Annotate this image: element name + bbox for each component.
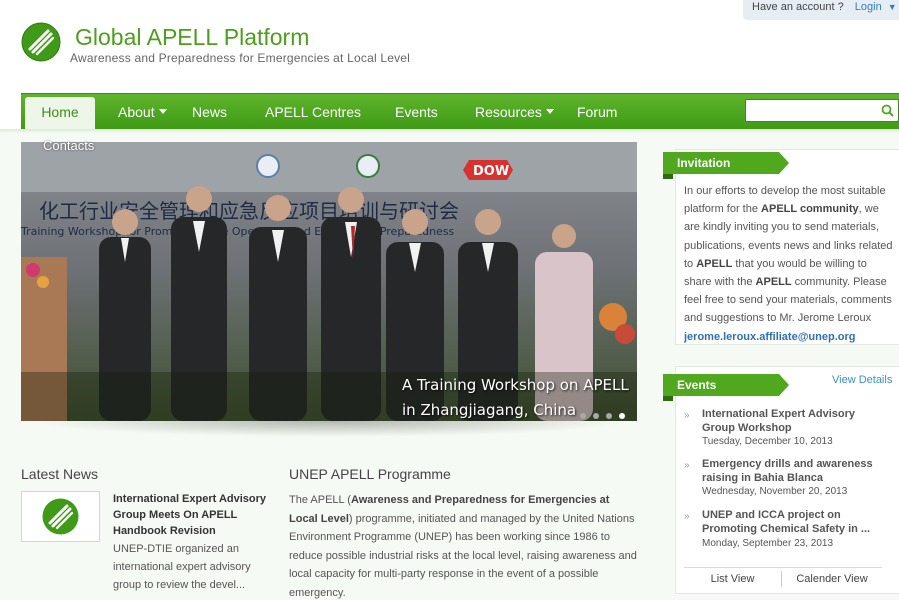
- invitation-bold-3: APELL: [755, 276, 792, 289]
- nav-news-label: News: [192, 104, 228, 120]
- chevron-right-icon: »: [684, 410, 690, 421]
- nav-news[interactable]: News: [192, 94, 227, 130]
- event-date: Tuesday, December 10, 2013: [702, 436, 833, 447]
- news-item-excerpt: UNEP-DTIE organized an international exp…: [113, 543, 251, 591]
- account-bar: Have an account ? Login ▼: [743, 0, 899, 20]
- apell-logo-icon: [42, 498, 79, 535]
- apell-logo-icon[interactable]: [21, 22, 61, 62]
- nav-about-label: About: [118, 104, 155, 120]
- view-details-link[interactable]: View Details: [832, 374, 892, 386]
- slider-dot-active[interactable]: [619, 413, 625, 419]
- ribbon-fold: [663, 396, 673, 401]
- event-date: Monday, September 23, 2013: [702, 538, 834, 549]
- programme-text-1: The APELL (: [289, 494, 351, 506]
- nav-contacts[interactable]: Contacts: [43, 138, 94, 153]
- nav-events[interactable]: Events: [395, 94, 438, 130]
- invitation-bold-2: APELL: [696, 257, 733, 270]
- search-input[interactable]: [746, 100, 874, 121]
- slider-dot[interactable]: [593, 413, 599, 419]
- programme-heading: UNEP APELL Programme: [289, 466, 451, 482]
- chevron-right-icon: »: [684, 511, 690, 522]
- events-heading: Events: [663, 374, 789, 396]
- slider-dot[interactable]: [580, 413, 586, 419]
- login-link[interactable]: Login: [855, 1, 882, 13]
- invitation-bold-1: APELL community: [761, 203, 859, 216]
- site-subtitle: Awareness and Preparedness for Emergenci…: [70, 51, 411, 65]
- chevron-down-icon: [545, 108, 554, 114]
- nav-apell-centres-label: APELL Centres: [265, 104, 361, 120]
- chevron-right-icon: »: [684, 460, 690, 471]
- slider-dot[interactable]: [606, 413, 612, 419]
- event-title[interactable]: International Expert Advisory Group Work…: [702, 407, 887, 435]
- programme-text-2: ) programme, initiated and managed by th…: [289, 512, 637, 599]
- list-view-button[interactable]: List View: [684, 568, 781, 590]
- event-title[interactable]: Emergency drills and awareness raising i…: [702, 457, 887, 485]
- account-question: Have an account ?: [752, 1, 844, 13]
- latest-news-heading: Latest News: [21, 466, 99, 482]
- slide-banner-text: 化工行业安全管理和应急反应项目培训与研讨会: [39, 199, 459, 223]
- events-view-switcher: List View Calender View: [684, 567, 882, 589]
- login-dropdown-icon[interactable]: ▼: [888, 2, 897, 12]
- invitation-heading: Invitation: [663, 152, 789, 174]
- slide-caption-line1: A Training Workshop on APELL: [402, 376, 629, 394]
- chevron-down-icon: [158, 108, 167, 114]
- invitation-text: In our efforts to develop the most suita…: [684, 182, 894, 346]
- nav-events-label: Events: [395, 104, 438, 120]
- nav-forum[interactable]: Forum: [577, 94, 617, 130]
- nav-resources[interactable]: Resources: [475, 94, 554, 130]
- nav-home-label: Home: [41, 104, 79, 120]
- nav-apell-centres[interactable]: APELL Centres: [265, 94, 361, 130]
- calendar-view-button[interactable]: Calender View: [782, 568, 882, 590]
- svg-text:DOW: DOW: [473, 164, 509, 179]
- news-item-title[interactable]: International Expert Advisory Group Meet…: [113, 491, 283, 539]
- search-box: [745, 99, 899, 122]
- programme-description: The APELL (Awareness and Preparedness fo…: [289, 491, 639, 600]
- event-title[interactable]: UNEP and ICCA project on Promoting Chemi…: [702, 508, 887, 536]
- search-icon[interactable]: [881, 104, 894, 117]
- slide-banner-subtext: Training Workshop for Promoting Safe Ope…: [21, 225, 455, 238]
- nav-resources-label: Resources: [475, 104, 542, 120]
- slider-pagination: [580, 406, 632, 424]
- nav-home[interactable]: Home: [25, 97, 95, 130]
- main-nav: Home About News APELL Centres Events Res…: [21, 93, 899, 130]
- invitation-email-link[interactable]: jerome.leroux.affiliate@unep.org: [684, 331, 855, 343]
- slider-shadow: [30, 421, 630, 437]
- nav-forum-label: Forum: [577, 104, 618, 120]
- site-title[interactable]: Global APELL Platform: [75, 24, 309, 51]
- event-date: Wednesday, November 20, 2013: [702, 486, 848, 497]
- news-thumbnail[interactable]: [21, 491, 100, 542]
- nav-about[interactable]: About: [118, 94, 167, 130]
- ribbon-fold: [663, 174, 673, 179]
- nav-shadow: [0, 129, 899, 133]
